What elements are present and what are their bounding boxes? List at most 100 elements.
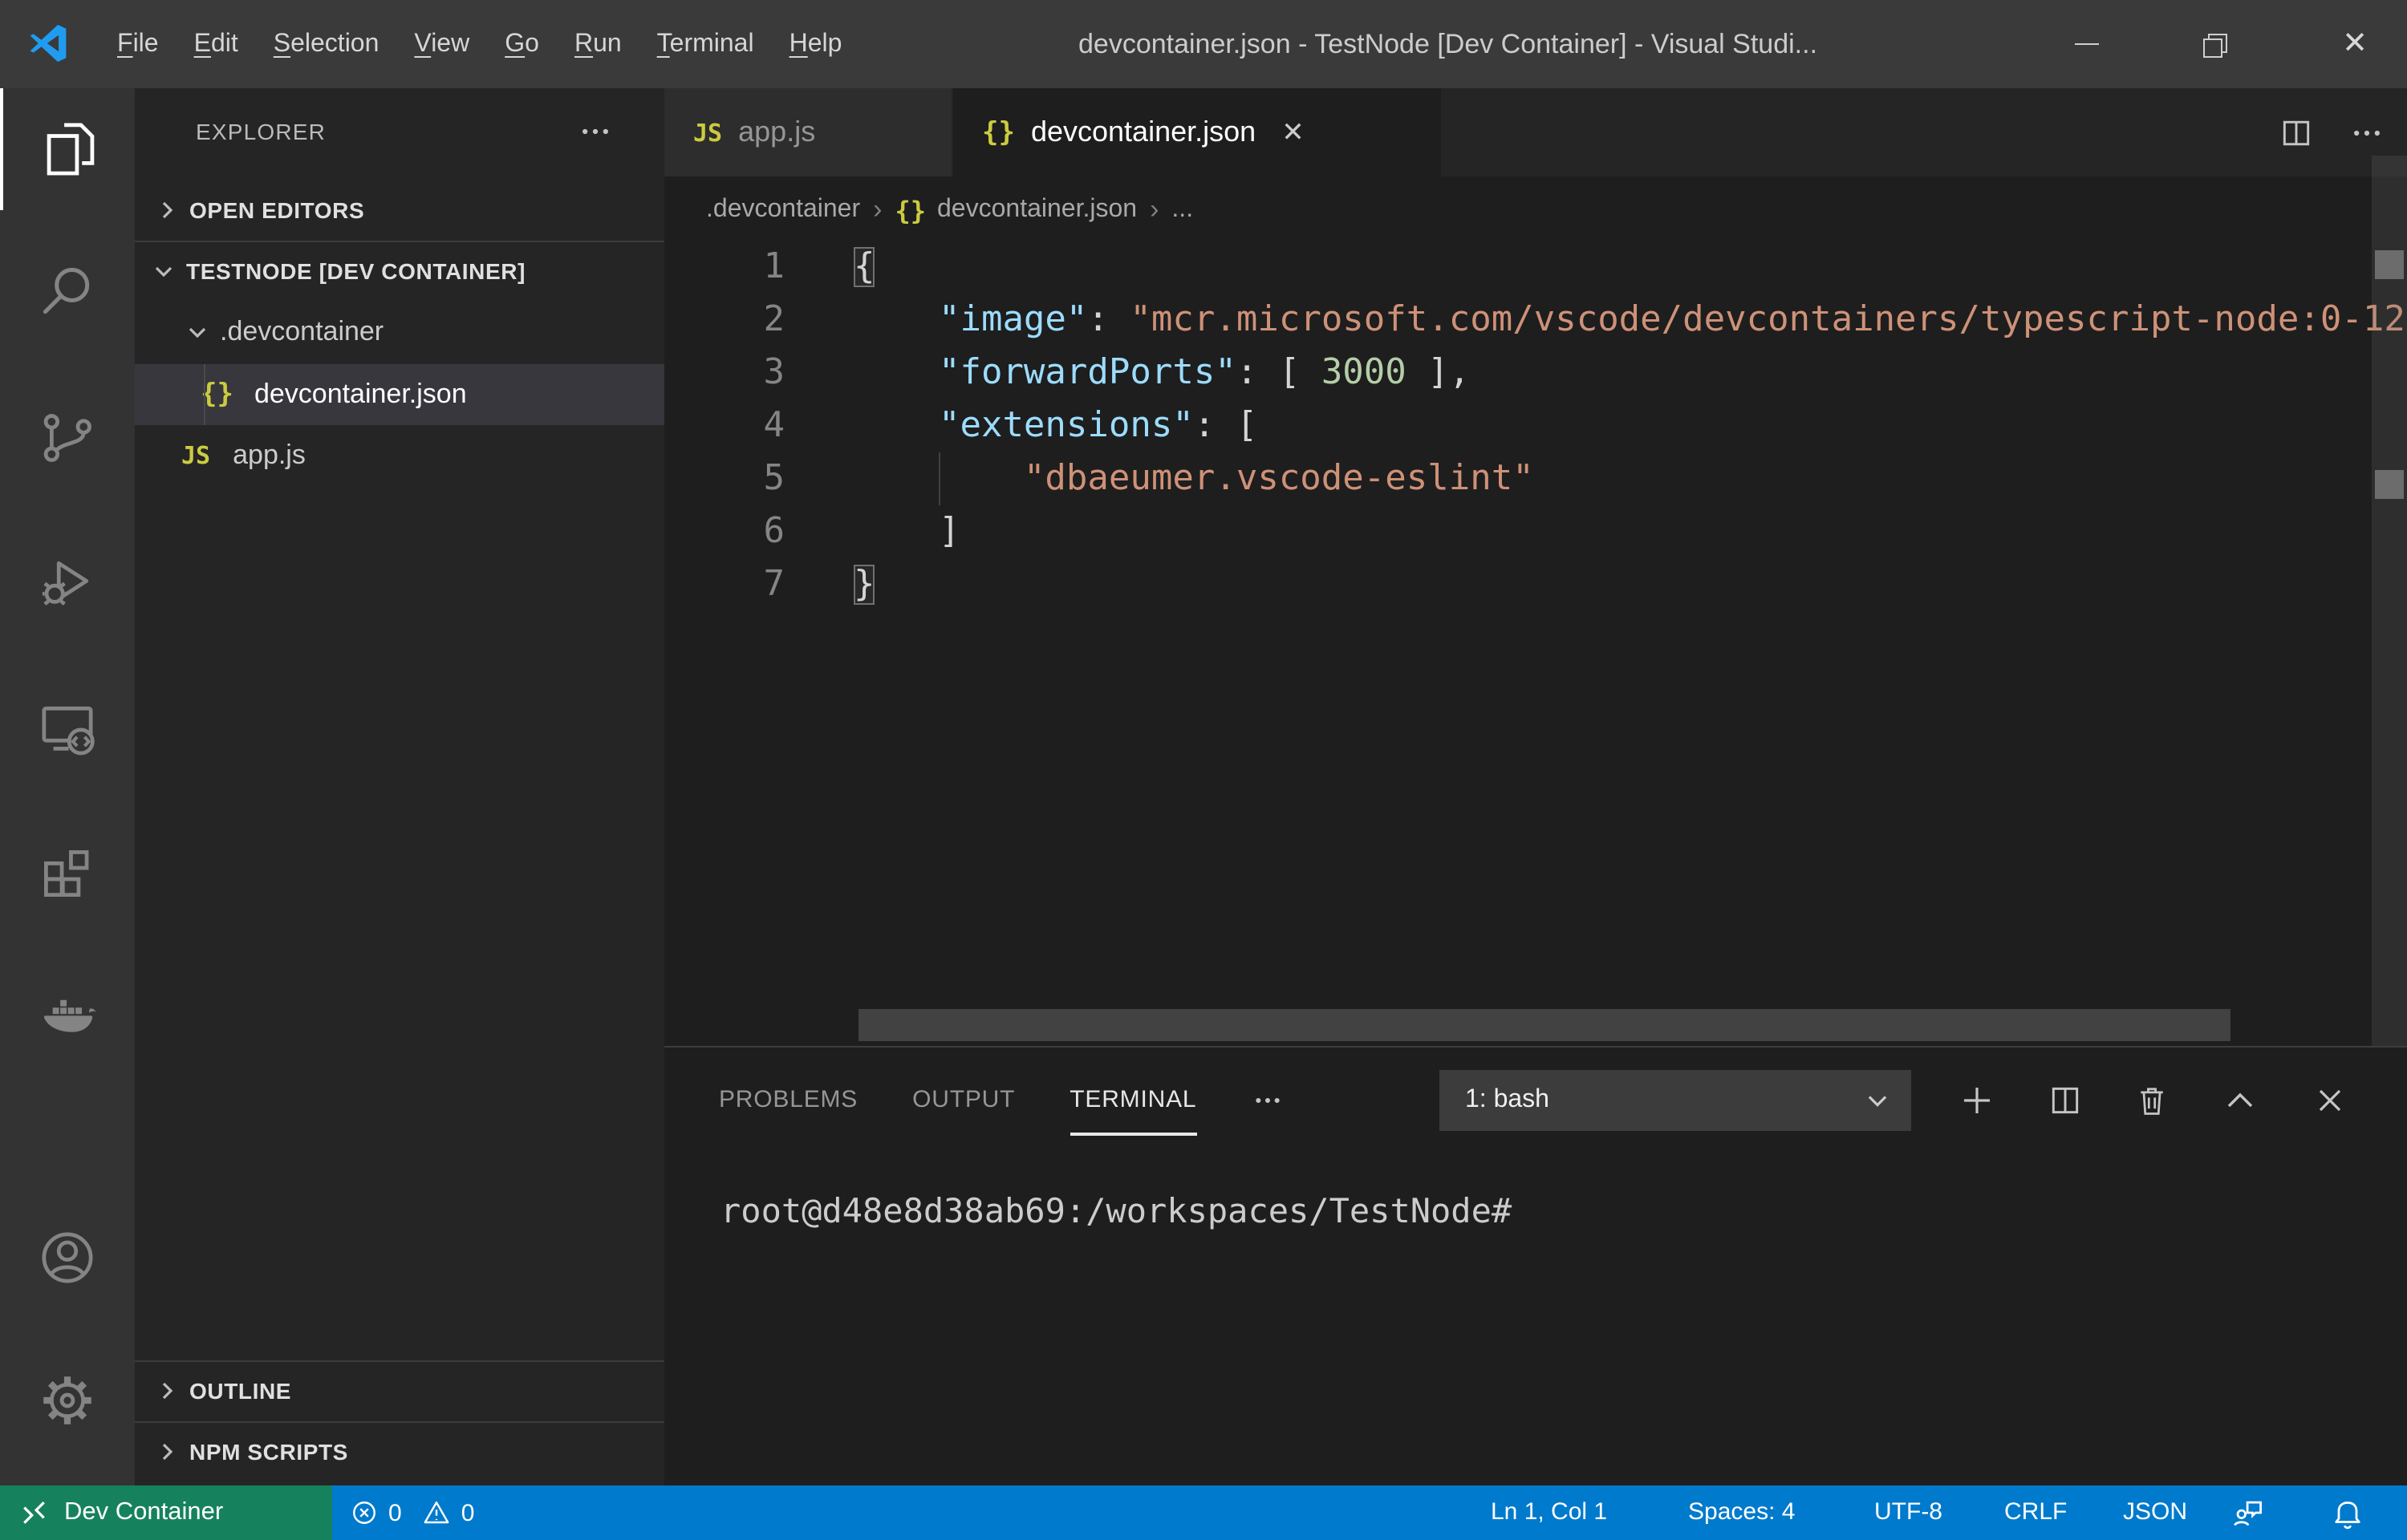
indentation-status[interactable]: Spaces: 4	[1688, 1485, 1795, 1540]
section-open-editors[interactable]: OPEN EDITORS	[135, 180, 664, 241]
cursor-position[interactable]: Ln 1, Col 1	[1491, 1485, 1607, 1540]
remote-indicator[interactable]: Dev Container	[0, 1485, 332, 1540]
activity-item-settings[interactable]	[0, 1339, 135, 1461]
remote-label: Dev Container	[64, 1498, 223, 1527]
line-number: 2	[664, 294, 785, 346]
chevron-right-icon	[154, 197, 180, 223]
title-bar: File Edit Selection View Go Run Terminal…	[0, 0, 2407, 88]
line-number: 1	[664, 241, 785, 294]
code-token: "dbaeumer.vscode-eslint"	[1024, 459, 1534, 499]
activity-item-run-debug[interactable]	[0, 521, 135, 643]
code-token: "forwardPorts"	[939, 353, 1236, 393]
chevron-up-icon	[2221, 1081, 2259, 1120]
breadcrumb-separator: ›	[1150, 194, 1159, 226]
overview-ruler-mark	[2375, 250, 2404, 279]
menu-terminal[interactable]: Terminal	[639, 30, 772, 59]
js-file-icon: JS	[693, 118, 722, 147]
terminal-prompt[interactable]: root@d48e8d38ab69:/workspaces/TestNode#	[720, 1192, 1512, 1230]
remote-icon	[21, 1499, 48, 1526]
terminal-shell-select[interactable]: 1: bash	[1439, 1070, 1911, 1131]
close-icon	[2311, 1081, 2349, 1120]
minimize-button[interactable]	[2049, 0, 2125, 88]
encoding-status[interactable]: UTF-8	[1874, 1485, 1942, 1540]
split-terminal-button[interactable]	[2048, 1083, 2083, 1118]
restore-button[interactable]	[2176, 0, 2251, 88]
gear-icon	[37, 1370, 98, 1431]
editor-tab-bar: JS app.js {} devcontainer.json ✕	[664, 88, 2407, 176]
window-title: devcontainer.json - TestNode [Dev Contai…	[1078, 0, 1817, 88]
close-icon: ✕	[2342, 26, 2368, 63]
panel-tab-output[interactable]: OUTPUT	[912, 1048, 1015, 1153]
split-editor-button[interactable]	[2279, 115, 2314, 150]
menu-go[interactable]: Go	[487, 30, 557, 59]
explorer-actions-button[interactable]	[578, 104, 613, 159]
activity-item-accounts[interactable]	[0, 1197, 135, 1319]
workspace-label: TESTNODE [DEV CONTAINER]	[186, 258, 526, 284]
line-number: 7	[664, 558, 785, 611]
menu-help[interactable]: Help	[772, 30, 860, 59]
section-npm-scripts[interactable]: NPM SCRIPTS	[135, 1421, 664, 1482]
menu-selection[interactable]: Selection	[256, 30, 397, 59]
breadcrumb-item-folder[interactable]: .devcontainer	[706, 196, 860, 225]
sidebar-title: EXPLORER	[196, 104, 326, 159]
horizontal-scrollbar[interactable]	[858, 1009, 2230, 1041]
close-panel-button[interactable]	[2311, 1081, 2349, 1120]
tab-label: app.js	[738, 116, 815, 149]
kill-terminal-button[interactable]	[2134, 1083, 2170, 1118]
close-tab-icon[interactable]: ✕	[1281, 116, 1305, 148]
chevron-down-icon	[1863, 1086, 1892, 1115]
json-file-icon: {}	[895, 195, 926, 225]
activity-bar	[0, 88, 135, 1485]
section-label: OPEN EDITORS	[189, 197, 364, 223]
eol-status[interactable]: CRLF	[2004, 1485, 2067, 1540]
docker-icon	[37, 982, 98, 1043]
problems-status[interactable]: 0 0	[350, 1485, 474, 1540]
panel-tab-terminal[interactable]: TERMINAL	[1070, 1048, 1196, 1153]
more-actions-button[interactable]	[2349, 115, 2385, 150]
feedback-button[interactable]	[2230, 1485, 2266, 1540]
warning-count: 0	[461, 1499, 475, 1526]
menu-edit[interactable]: Edit	[177, 30, 256, 59]
extensions-icon	[37, 839, 98, 900]
activity-item-source-control[interactable]	[0, 377, 135, 499]
maximize-panel-button[interactable]	[2221, 1081, 2259, 1120]
error-icon	[350, 1498, 379, 1527]
split-panel-icon	[2048, 1083, 2083, 1118]
notifications-button[interactable]	[2330, 1485, 2365, 1540]
close-window-button[interactable]: ✕	[2303, 0, 2407, 88]
code-line: 3 "forwardPorts": [ 3000 ],	[664, 346, 2407, 399]
code-editor[interactable]: 1 { 2 "image": "mcr.microsoft.com/vscode…	[664, 241, 2407, 611]
status-bar: Dev Container 0 0 Ln 1, Col 1 Spaces: 4 …	[0, 1485, 2407, 1540]
remote-explorer-icon	[37, 698, 98, 759]
panel-more-button[interactable]	[1251, 1084, 1283, 1116]
breadcrumb-item-symbol[interactable]: ...	[1171, 196, 1193, 225]
code-token: ]	[939, 512, 960, 552]
code-line: 5 "dbaeumer.vscode-eslint"	[664, 452, 2407, 505]
activity-item-remote-explorer[interactable]	[0, 667, 135, 789]
menu-run[interactable]: Run	[557, 30, 639, 59]
editor-region: JS app.js {} devcontainer.json ✕ .devcon…	[664, 88, 2407, 1485]
tab-app-js[interactable]: JS app.js	[664, 88, 953, 176]
code-token: }	[854, 565, 875, 605]
tree-item-devcontainer-folder[interactable]: .devcontainer	[135, 302, 664, 363]
activity-item-extensions[interactable]	[0, 808, 135, 930]
tab-devcontainer-json[interactable]: {} devcontainer.json ✕	[953, 88, 1443, 176]
activity-item-explorer[interactable]	[0, 88, 138, 210]
language-mode-status[interactable]: JSON	[2123, 1485, 2187, 1540]
menu-file[interactable]: File	[99, 30, 177, 59]
breadcrumb-item-file[interactable]: devcontainer.json	[937, 196, 1137, 225]
activity-item-search[interactable]	[0, 231, 135, 353]
code-line: 7 }	[664, 558, 2407, 611]
run-debug-icon	[37, 552, 98, 613]
panel-tab-problems[interactable]: PROBLEMS	[719, 1048, 858, 1153]
files-icon	[40, 119, 101, 180]
activity-item-docker[interactable]	[0, 951, 135, 1073]
section-workspace-root[interactable]: TESTNODE [DEV CONTAINER]	[135, 241, 664, 302]
section-outline[interactable]: OUTLINE	[135, 1360, 664, 1421]
tree-item-devcontainer-json[interactable]: {} devcontainer.json	[135, 364, 664, 425]
tree-item-app-js[interactable]: JS app.js	[135, 425, 664, 486]
vertical-scrollbar[interactable]	[2372, 156, 2407, 1046]
new-terminal-button[interactable]	[1958, 1081, 1996, 1120]
menu-view[interactable]: View	[396, 30, 487, 59]
bell-icon	[2330, 1495, 2365, 1530]
